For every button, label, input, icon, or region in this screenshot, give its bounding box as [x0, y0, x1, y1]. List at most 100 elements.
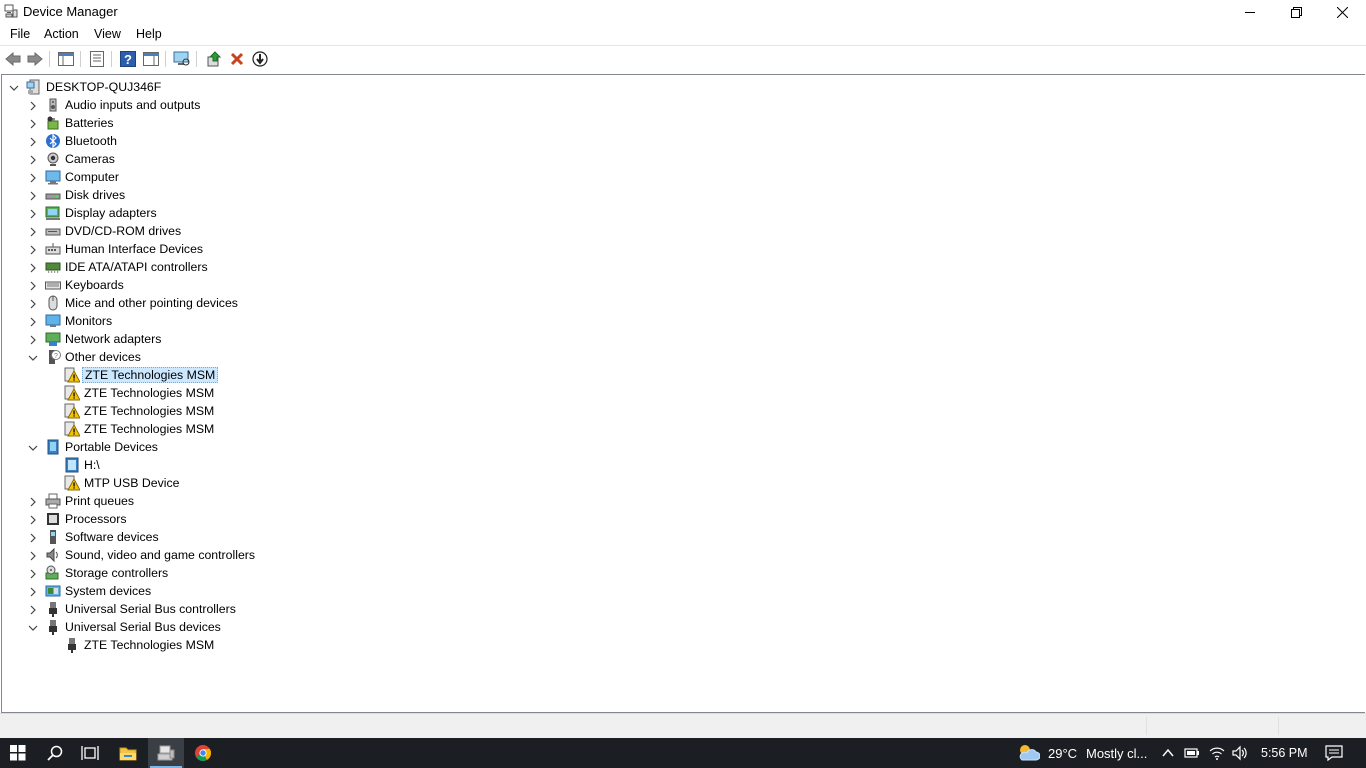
expand-toggle[interactable]	[28, 532, 38, 543]
battery-icon[interactable]	[1184, 745, 1200, 761]
volume-icon[interactable]	[1231, 745, 1247, 761]
tree-device-h[interactable]: H:\	[2, 456, 602, 474]
tree-node-label[interactable]: Monitors	[63, 314, 114, 329]
expand-toggle[interactable]	[28, 496, 38, 507]
weather-temperature[interactable]: 29°C	[1048, 746, 1077, 761]
tree-node-label[interactable]: Processors	[63, 512, 129, 527]
tree-category-display-adapters[interactable]: Display adapters	[2, 204, 602, 222]
expand-toggle[interactable]	[28, 136, 38, 147]
tree-category-print-queues[interactable]: Print queues	[2, 492, 602, 510]
expand-toggle[interactable]	[28, 154, 38, 165]
expand-toggle[interactable]	[28, 118, 38, 129]
collapse-toggle[interactable]	[28, 352, 38, 362]
menu-help[interactable]: Help	[136, 27, 162, 41]
tree-node-label[interactable]: Software devices	[63, 530, 161, 545]
menu-action[interactable]: Action	[44, 27, 79, 41]
tree-node-label[interactable]: ZTE Technologies MSM	[82, 422, 216, 437]
tree-category-processors[interactable]: Processors	[2, 510, 602, 528]
minimize-button[interactable]	[1227, 0, 1273, 24]
tree-node-label[interactable]: Network adapters	[63, 332, 163, 347]
expand-toggle[interactable]	[28, 604, 38, 615]
scan-hardware-button[interactable]	[173, 50, 191, 68]
update-driver-button[interactable]	[205, 50, 223, 68]
tree-category-keyboards[interactable]: Keyboards	[2, 276, 602, 294]
tree-category-ide-ata-atapi-controllers[interactable]: IDE ATA/ATAPI controllers	[2, 258, 602, 276]
tree-node-label[interactable]: Disk drives	[63, 188, 127, 203]
restore-button[interactable]	[1273, 0, 1319, 24]
action-pane-button[interactable]	[142, 50, 160, 68]
tree-category-sound-video-and-game-controllers[interactable]: Sound, video and game controllers	[2, 546, 602, 564]
tree-node-label[interactable]: ZTE Technologies MSM	[82, 638, 216, 653]
start-button[interactable]	[0, 738, 36, 768]
tree-node-label[interactable]: ZTE Technologies MSM	[82, 367, 219, 383]
tree-node-label[interactable]: Portable Devices	[63, 440, 160, 455]
partly-cloudy-icon[interactable]	[1016, 743, 1040, 763]
device-manager-taskbar-button[interactable]	[148, 738, 184, 768]
expand-toggle[interactable]	[28, 514, 38, 525]
collapse-toggle[interactable]	[28, 442, 38, 452]
tree-category-software-devices[interactable]: Software devices	[2, 528, 602, 546]
search-button[interactable]	[37, 738, 73, 768]
forward-button[interactable]	[26, 50, 44, 68]
tree-category-storage-controllers[interactable]: Storage controllers	[2, 564, 602, 582]
weather-condition[interactable]: Mostly cl...	[1086, 746, 1147, 761]
tree-node-label[interactable]: DVD/CD-ROM drives	[63, 224, 183, 239]
tree-category-cameras[interactable]: Cameras	[2, 150, 602, 168]
tree-category-disk-drives[interactable]: Disk drives	[2, 186, 602, 204]
collapse-toggle[interactable]	[28, 622, 38, 632]
tree-node-label[interactable]: IDE ATA/ATAPI controllers	[63, 260, 210, 275]
tree-category-portable-devices[interactable]: Portable Devices	[2, 438, 602, 456]
chevron-up-icon[interactable]	[1160, 745, 1176, 761]
expand-toggle[interactable]	[28, 262, 38, 273]
expand-toggle[interactable]	[28, 100, 38, 111]
expand-toggle[interactable]	[28, 298, 38, 309]
tree-category-other-devices[interactable]: ? Other devices	[2, 348, 602, 366]
close-button[interactable]	[1319, 0, 1365, 24]
tree-node-label[interactable]: Keyboards	[63, 278, 126, 293]
expand-toggle[interactable]	[28, 334, 38, 345]
tree-category-universal-serial-bus-controllers[interactable]: Universal Serial Bus controllers	[2, 600, 602, 618]
tree-category-dvd-cd-rom-drives[interactable]: DVD/CD-ROM drives	[2, 222, 602, 240]
tree-category-system-devices[interactable]: System devices	[2, 582, 602, 600]
tree-node-label[interactable]: Batteries	[63, 116, 116, 131]
tree-node-label[interactable]: Display adapters	[63, 206, 159, 221]
tree-node-label[interactable]: Computer	[63, 170, 121, 185]
tree-category-mice-and-other-pointing-devices[interactable]: Mice and other pointing devices	[2, 294, 602, 312]
file-explorer-button[interactable]	[110, 738, 146, 768]
tree-category-batteries[interactable]: Batteries	[2, 114, 602, 132]
tree-node-label[interactable]: MTP USB Device	[82, 476, 181, 491]
tree-node-label[interactable]: Universal Serial Bus controllers	[63, 602, 238, 617]
tree-device-mtp-usb-device[interactable]: MTP USB Device	[2, 474, 602, 492]
action-center-icon[interactable]	[1325, 744, 1343, 762]
expand-toggle[interactable]	[28, 586, 38, 597]
tree-category-computer[interactable]: Computer	[2, 168, 602, 186]
tree-node-label[interactable]: Other devices	[63, 350, 143, 365]
tree-category-bluetooth[interactable]: Bluetooth	[2, 132, 602, 150]
tree-node-label[interactable]: Cameras	[63, 152, 117, 167]
tree-node-label[interactable]: Sound, video and game controllers	[63, 548, 257, 563]
tree-category-network-adapters[interactable]: Network adapters	[2, 330, 602, 348]
clock[interactable]: 5:56 PM	[1261, 746, 1308, 760]
device-tree[interactable]: DESKTOP-QUJ346F Audio inputs and outputs B…	[1, 74, 1365, 713]
tree-category-audio-inputs-and-outputs[interactable]: Audio inputs and outputs	[2, 96, 602, 114]
help-button[interactable]: ?	[119, 50, 137, 68]
expand-toggle[interactable]	[28, 244, 38, 255]
expand-toggle[interactable]	[28, 208, 38, 219]
tree-category-human-interface-devices[interactable]: Human Interface Devices	[2, 240, 602, 258]
tree-node-label[interactable]: H:\	[82, 458, 102, 473]
tree-device-zte-technologies-msm[interactable]: ZTE Technologies MSM	[2, 402, 602, 420]
tree-category-universal-serial-bus-devices[interactable]: Universal Serial Bus devices	[2, 618, 602, 636]
tree-node-label[interactable]: ZTE Technologies MSM	[82, 404, 216, 419]
expand-toggle[interactable]	[28, 316, 38, 327]
tree-node-label[interactable]: Storage controllers	[63, 566, 170, 581]
expand-toggle[interactable]	[28, 550, 38, 561]
expand-toggle[interactable]	[28, 226, 38, 237]
expand-toggle[interactable]	[28, 568, 38, 579]
tree-category-monitors[interactable]: Monitors	[2, 312, 602, 330]
chrome-button[interactable]	[185, 738, 221, 768]
properties-button[interactable]	[88, 50, 106, 68]
expand-toggle[interactable]	[28, 280, 38, 291]
disable-device-button[interactable]	[251, 50, 269, 68]
tree-device-zte-technologies-msm[interactable]: ZTE Technologies MSM	[2, 636, 602, 654]
back-button[interactable]	[4, 50, 22, 68]
